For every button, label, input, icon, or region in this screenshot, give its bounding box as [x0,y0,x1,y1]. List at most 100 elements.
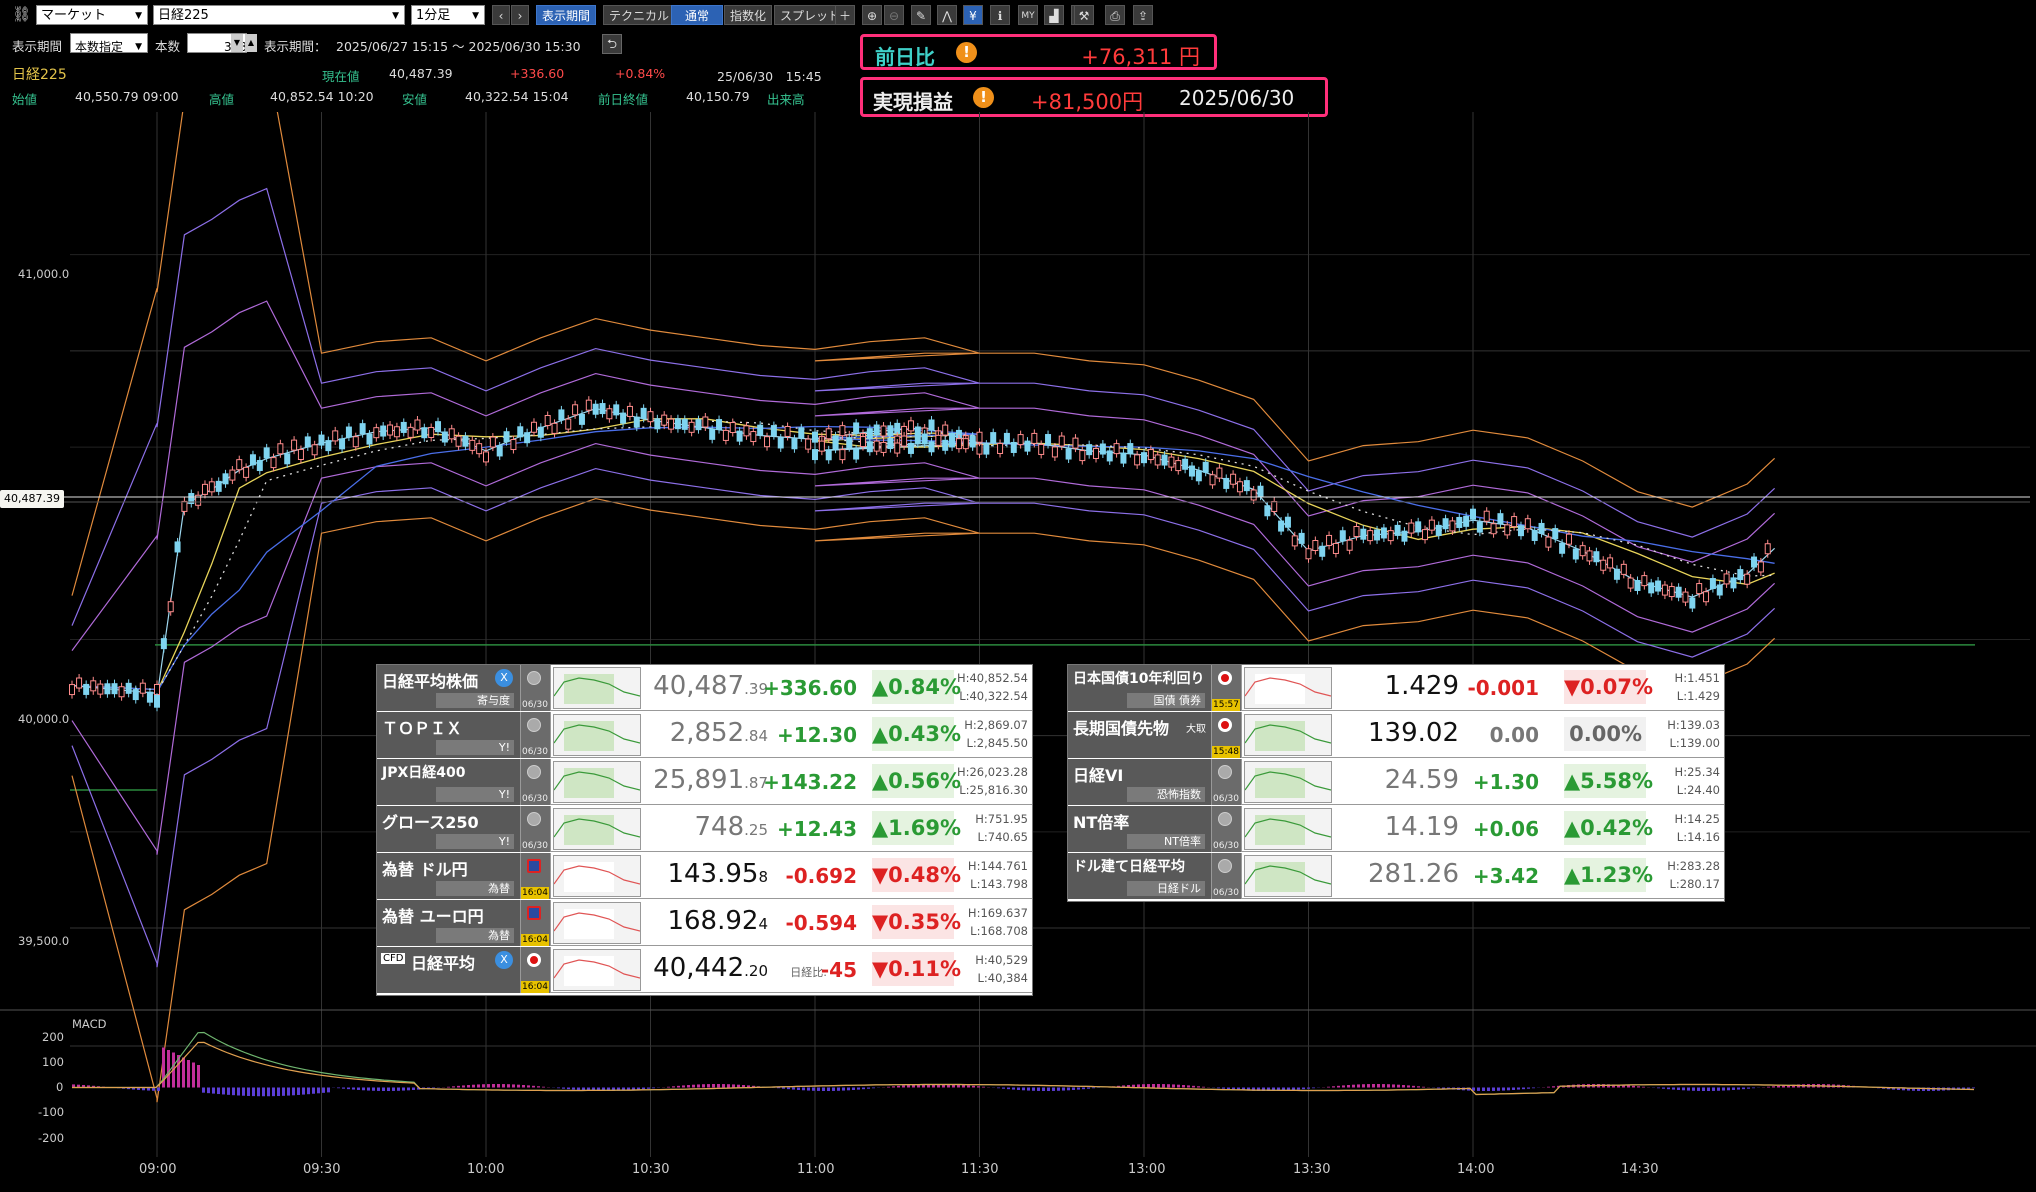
market-name-cell: 長期国債先物 大取 [1068,712,1212,758]
realized-pl-box: 実現損益 ! +81,500円 2025/06/30 [860,77,1328,117]
crosshair-icon[interactable]: ＋ [835,5,855,25]
macd-line [72,1041,1975,1096]
market-row[interactable]: 日経平均株価 寄与度 06/30 X 40,487.39 +336.60 ▲0.84% H:4… [377,665,1032,711]
macd-histogram-bar [1687,1087,1690,1091]
candle-body [1326,534,1333,546]
market-sub-link[interactable]: 国債 債券 [1127,693,1205,708]
candle-body [1456,516,1463,528]
link-icon[interactable]: ⛓ [12,5,31,23]
market-row[interactable]: 日経VI 恐怖指数 06/30 24.59 +1.30 ▲5.58% H:25.34 L:24… [1068,759,1724,805]
count-spinner-up-icon[interactable]: ▲ [245,34,257,52]
macd-histogram-bar [462,1085,465,1088]
candle-body [1072,437,1079,449]
macd-histogram-bar [907,1085,910,1088]
technical-button[interactable]: テクニカル [603,5,676,25]
macd-histogram-bar [862,1087,865,1090]
market-sub-link[interactable]: NT倍率 [1127,834,1205,849]
period-button[interactable]: 表示期間 [536,5,597,25]
period-mode-select[interactable]: 本数指定 ▼ [70,33,148,54]
candle-body [132,689,139,701]
market-row[interactable]: グロース250 Y! 06/30 748.25 +12.43 ▲1.69% H:751.95… [377,806,1032,852]
market-name: ＴＯＰＩＸ [382,719,463,738]
realized-label: 実現損益 [873,90,953,114]
macd-histogram-bar [252,1087,255,1097]
low-value: 40,322.54 15:04 [465,89,569,104]
market-sub-link[interactable]: Y! [436,740,514,755]
market-sub-link[interactable]: 寄与度 [436,693,514,708]
info-icon[interactable]: ℹ [990,5,1010,25]
x-tick-label: 13:30 [1293,1162,1331,1177]
sparkline-graph [1244,815,1332,845]
candle-body [1257,485,1264,497]
index-mode-button[interactable]: 指数化 [724,5,773,25]
trend-tool-icon[interactable]: ⋀ [937,5,957,25]
market-select[interactable]: マーケット ▼ [36,5,148,25]
macd-histogram-bar [1492,1087,1495,1091]
zoom-in-icon[interactable]: ⊕ [862,5,882,25]
open-value: 40,550.79 09:00 [75,89,179,104]
macd-histogram-bar [1062,1087,1065,1091]
candle-body [1483,510,1490,522]
area-chart-icon[interactable]: ▟ [1044,5,1064,25]
market-row[interactable]: JPX日経400 Y! 06/30 25,891.87 +143.22 ▲0.56% H:2… [377,759,1032,805]
market-row[interactable]: ＴＯＰＩＸ Y! 06/30 2,852.84 +12.30 ▲0.43% H:2,869.… [377,712,1032,758]
macd-histogram-bar [1202,1086,1205,1088]
candle-body [1689,597,1696,609]
market-row[interactable]: ドル建て日経平均 日経ドル 06/30 281.26 +3.42 ▲1.23% H:283.… [1068,853,1724,899]
x-social-icon[interactable]: X [495,669,513,687]
market-row[interactable]: 日本国債10年利回り 国債 債券 15:57 1.429 -0.001 ▼0.07% H:1… [1068,665,1724,711]
reset-range-icon[interactable]: ⮌ [602,34,622,54]
market-name: 為替 ユーロ円 [382,907,484,926]
market-name: 為替 ドル円 [382,860,468,879]
market-change: +12.30 [776,723,857,747]
macd-histogram-bar [317,1087,320,1094]
candle-body [104,683,111,695]
market-sub-link[interactable]: 為替 [436,881,514,896]
market-row[interactable]: NT倍率 NT倍率 06/30 14.19 +0.06 ▲0.42% H:14.25 L:14… [1068,806,1724,852]
draw-pen-icon[interactable]: ✎ [911,5,931,25]
market-row[interactable]: 長期国債先物 大取 15:48 139.02 0.00 0.00% H:139.03 L:13… [1068,712,1724,758]
market-row[interactable]: 為替 ドル円 為替 16:04 143.958 -0.692 ▼0.48% H:144.76… [377,853,1032,899]
export-icon[interactable]: ⇪ [1133,5,1153,25]
sparkline-graph [553,768,641,798]
candle-body [1312,540,1319,552]
market-value-int: 2,852 [669,718,745,748]
interval-select[interactable]: 1分足 ▼ [411,5,485,25]
market-high-low: H:169.637 L:168.708 [968,904,1028,940]
candle-body [1250,489,1257,501]
market-sub-link[interactable]: 日経ドル [1127,881,1205,896]
low-label: 安値 [402,92,428,107]
market-row[interactable]: 為替 ユーロ円 為替 16:04 168.924 -0.594 ▼0.35% H:169.6… [377,900,1032,946]
candle-body [318,434,325,446]
market-row[interactable]: CFD 日経平均 16:04 X 40,442.20 日経比: -45 ▼0.11% H:40,… [377,947,1032,993]
candle-body [1086,444,1093,456]
symbol-select[interactable]: 日経225 ▼ [153,5,405,25]
market-sub-label: 恐怖指数 [1157,788,1201,801]
market-sub-link[interactable]: 恐怖指数 [1127,787,1205,802]
macd-histogram-bar [272,1087,275,1097]
x-social-icon[interactable]: X [495,951,513,969]
macd-histogram-bar [1632,1085,1635,1088]
market-sub-link[interactable]: Y! [436,834,514,849]
compare-icon[interactable]: MY [1018,5,1038,25]
yen-icon[interactable]: ¥ [963,5,983,25]
market-sub-link[interactable]: 為替 [436,928,514,943]
count-spinner-down-icon[interactable]: ▼ [231,34,243,52]
normal-mode-button[interactable]: 通常 [671,5,723,25]
x-tick-label: 10:00 [467,1162,505,1177]
price-chart[interactable] [0,112,2036,1192]
wrench-visible-icon[interactable]: ⚒ [1074,5,1094,25]
next-button[interactable]: › [511,5,529,25]
candle-body [1271,500,1278,512]
macd-histogram-bar [512,1084,515,1088]
market-change-pct: ▲0.43% [872,717,961,751]
market-sub-link[interactable]: Y! [436,787,514,802]
zoom-out-icon[interactable]: ⊖ [884,5,904,25]
candle-body [1394,524,1401,536]
print-icon[interactable]: ⎙ [1105,5,1125,25]
candle-body [1442,518,1449,530]
candle-body [626,405,633,417]
candle-body [1675,586,1682,598]
candle-body [407,426,414,438]
prev-button[interactable]: ‹ [492,5,510,25]
